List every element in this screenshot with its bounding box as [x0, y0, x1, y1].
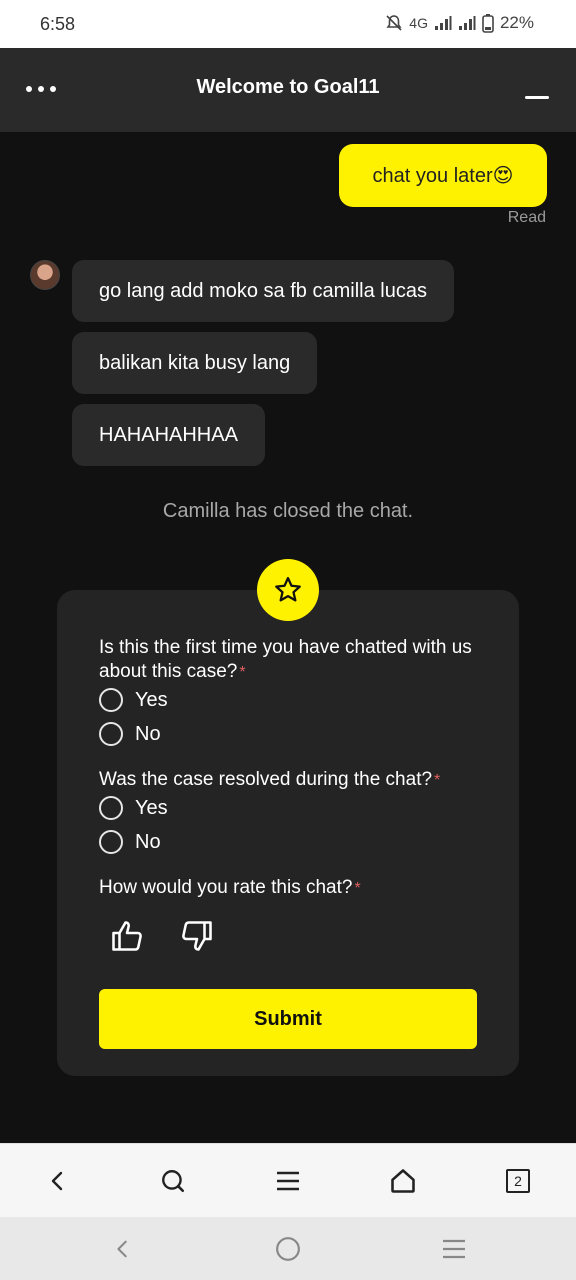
- radio-button[interactable]: [99, 830, 123, 854]
- radio-button[interactable]: [99, 688, 123, 712]
- status-bar: 6:58 4G 22%: [0, 0, 576, 48]
- radio-button[interactable]: [99, 796, 123, 820]
- radio-button[interactable]: [99, 722, 123, 746]
- question-text: Is this the first time you have chatted …: [99, 637, 472, 682]
- required-marker: *: [354, 880, 361, 897]
- thumbs-up-icon[interactable]: [107, 916, 147, 956]
- option-label: Yes: [135, 796, 168, 819]
- battery-icon: [482, 14, 494, 33]
- question-text: Was the case resolved during the chat?: [99, 769, 433, 790]
- menu-icon[interactable]: [271, 1164, 305, 1198]
- option-label: No: [135, 722, 161, 745]
- submit-button[interactable]: Submit: [99, 989, 477, 1049]
- thumbs-down-icon[interactable]: [177, 916, 217, 956]
- option-label: No: [135, 830, 161, 853]
- battery-level: 22%: [499, 13, 534, 32]
- system-recents-icon[interactable]: [438, 1233, 470, 1265]
- option-label: Yes: [135, 688, 168, 711]
- network-type: 4G: [409, 15, 428, 31]
- star-icon: [257, 559, 319, 621]
- outgoing-message: chat you later😍: [339, 144, 547, 207]
- system-home-icon[interactable]: [272, 1233, 304, 1265]
- tabs-button[interactable]: 2: [501, 1164, 535, 1198]
- mute-icon: [386, 15, 402, 31]
- chat-header: Welcome to Goal11: [0, 48, 576, 132]
- chat-area: chat you later😍 Read go lang add moko sa…: [0, 132, 576, 1143]
- signal-icon: [434, 16, 452, 30]
- question-text: How would you rate this chat?: [99, 877, 353, 898]
- radio-option-yes[interactable]: Yes: [99, 796, 168, 820]
- read-receipt: Read: [507, 209, 546, 226]
- browser-toolbar: 2: [0, 1143, 576, 1217]
- status-icons: 4G 22%: [385, 13, 534, 33]
- radio-option-no[interactable]: No: [99, 830, 161, 854]
- agent-avatar: [30, 260, 60, 290]
- status-time: 6:58: [40, 14, 76, 34]
- chat-closed-notice: Camilla has closed the chat.: [162, 500, 414, 522]
- header-title: Welcome to Goal11: [196, 76, 380, 98]
- question-resolved: Was the case resolved during the chat? *: [99, 768, 479, 793]
- incoming-message: HAHAHAHHAA: [72, 404, 265, 466]
- signal-icon-2: [458, 16, 476, 30]
- incoming-message: go lang add moko sa fb camilla lucas: [72, 260, 454, 322]
- survey-card: Is this the first time you have chatted …: [57, 590, 519, 1076]
- radio-option-yes[interactable]: Yes: [99, 688, 168, 712]
- tab-count: 2: [506, 1169, 530, 1193]
- minimize-icon[interactable]: [525, 96, 549, 99]
- back-icon[interactable]: [41, 1164, 75, 1198]
- system-nav-bar: [0, 1217, 576, 1280]
- question-rating: How would you rate this chat? *: [99, 876, 479, 901]
- question-first-time: Is this the first time you have chatted …: [99, 636, 479, 685]
- system-back-icon[interactable]: [107, 1233, 139, 1265]
- home-icon[interactable]: [386, 1164, 420, 1198]
- search-icon[interactable]: [156, 1164, 190, 1198]
- required-marker: *: [239, 664, 246, 681]
- incoming-message: balikan kita busy lang: [72, 332, 318, 394]
- radio-option-no[interactable]: No: [99, 722, 161, 746]
- required-marker: *: [434, 772, 441, 789]
